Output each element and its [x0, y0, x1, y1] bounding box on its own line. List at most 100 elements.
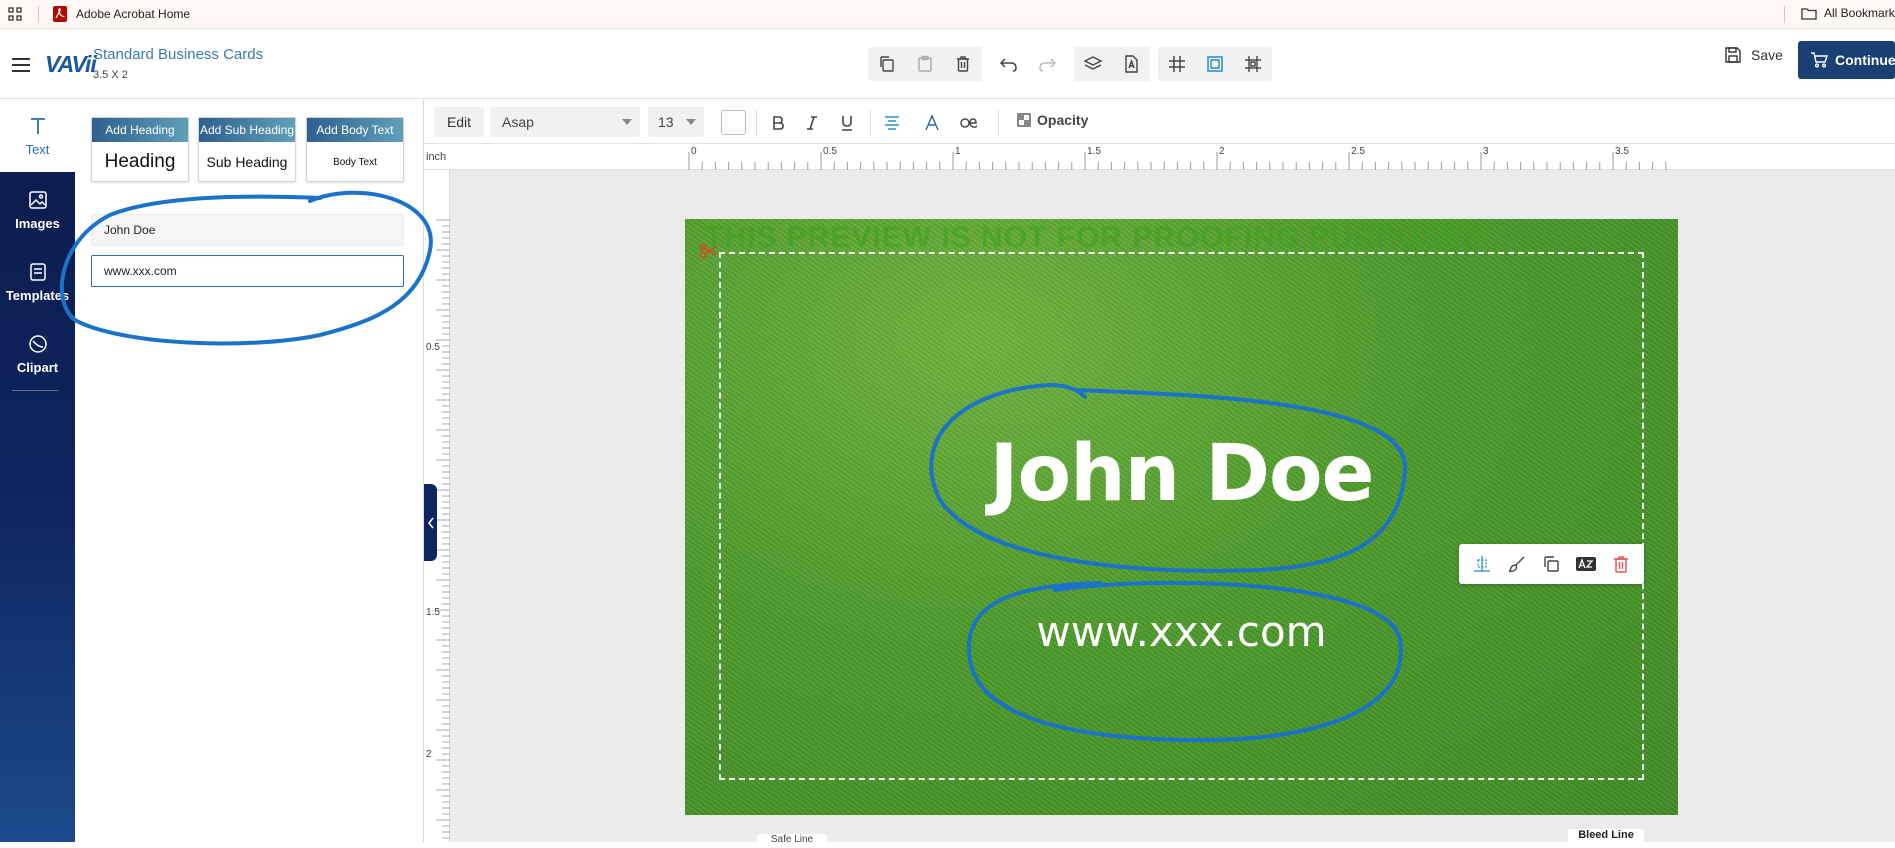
image-icon: [28, 190, 48, 210]
edit-actions-group: [868, 47, 982, 81]
ruler-ticks: 0 0.5 1 1.5 2 2.5 3 3.5: [688, 146, 1667, 170]
cart-icon: [1810, 52, 1828, 68]
rail-divider: [12, 390, 58, 391]
ruler-tick-label: 3: [1483, 146, 1489, 157]
rail-item-label: Templates: [5, 287, 70, 303]
ruler-tick-label: 2: [1219, 146, 1225, 157]
bleed-frame-icon[interactable]: [1196, 47, 1234, 81]
card-website-text[interactable]: www.xxx.com: [685, 607, 1678, 656]
text-item-field[interactable]: www.xxx.com: [91, 255, 404, 287]
rail-item-templates[interactable]: Templates: [0, 252, 75, 312]
text-style-icon[interactable]: [921, 112, 943, 134]
clipart-icon: [28, 334, 48, 354]
undo-icon[interactable]: [990, 47, 1028, 81]
card-name-text[interactable]: John Doe: [685, 429, 1678, 519]
delete-icon[interactable]: [944, 47, 982, 81]
duplicate-icon[interactable]: [1537, 550, 1565, 578]
add-subheading-card[interactable]: Add Sub Heading Sub Heading: [198, 117, 296, 182]
font-family-select[interactable]: Asap: [490, 107, 640, 137]
font-size-select[interactable]: 13: [648, 107, 704, 137]
add-body-card[interactable]: Add Body Text Body Text: [306, 117, 404, 182]
text-color-swatch[interactable]: [721, 110, 746, 135]
paint-brush-icon[interactable]: [1503, 550, 1531, 578]
underline-icon[interactable]: [836, 112, 858, 134]
ruler-tick-label: 0: [691, 146, 697, 157]
document-title: Standard Business Cards: [93, 46, 264, 63]
rail-item-text[interactable]: Text: [0, 100, 75, 172]
ruler-tick-label: 2.5: [1351, 146, 1365, 157]
add-body-button[interactable]: Add Body Text: [307, 118, 403, 142]
add-heading-button[interactable]: Add Heading: [92, 118, 188, 142]
panel-collapse-button[interactable]: [424, 484, 437, 561]
horizontal-ruler: inch 0 0.5 1 1.5 2 2.5 3 3.5: [424, 144, 1895, 170]
redo-icon[interactable]: [1028, 47, 1066, 81]
italic-icon[interactable]: [801, 112, 823, 134]
ruler-tick-label: 0.5: [823, 146, 837, 157]
copy-icon[interactable]: [868, 47, 906, 81]
bookmark-acrobat-label: Adobe Acrobat Home: [76, 7, 191, 21]
element-toolbar: [1459, 544, 1644, 584]
rail-item-label: Images: [15, 215, 60, 231]
text-item-field[interactable]: John Doe: [91, 214, 404, 246]
toolbar-divider: [870, 110, 871, 136]
text-frame-icon[interactable]: [1112, 47, 1150, 81]
text-edit-icon[interactable]: [1572, 550, 1600, 578]
ruler-tick-label: 1: [955, 146, 961, 157]
proof-watermark: THIS PREVIEW IS NOT FOR PROOFING PURPOSE…: [705, 221, 1485, 254]
body-sample: Body Text: [333, 156, 377, 168]
grid-actions-group: [1158, 47, 1272, 81]
paste-icon[interactable]: [906, 47, 944, 81]
top-toolbar: [868, 47, 1280, 81]
save-icon: [1724, 46, 1742, 64]
layer-actions-group: [1074, 47, 1150, 81]
grid-icon[interactable]: [1158, 47, 1196, 81]
bookmark-separator: [38, 6, 39, 23]
continue-button[interactable]: Continue: [1798, 41, 1895, 79]
ligature-icon[interactable]: [959, 112, 981, 134]
text-icon: [28, 116, 48, 136]
bookmark-all[interactable]: All Bookmarks: [1801, 6, 1895, 20]
menu-icon[interactable]: [12, 58, 30, 72]
align-center-icon[interactable]: [881, 112, 903, 134]
add-heading-card[interactable]: Add Heading Heading: [91, 117, 189, 182]
ruler-tick-label: 1.5: [1087, 146, 1101, 157]
font-size-value: 13: [658, 114, 674, 130]
rail-item-label: Clipart: [16, 359, 59, 375]
bookmark-acrobat[interactable]: Adobe Acrobat Home: [53, 6, 190, 22]
app-header: VAVii Standard Business Cards 3.5 X 2 Sa…: [0, 29, 1895, 99]
trash-icon[interactable]: [1607, 550, 1635, 578]
vavii-logo[interactable]: VAVii: [45, 51, 97, 78]
ruler-tick-label: 1.5: [426, 607, 440, 618]
subheading-sample: Sub Heading: [206, 154, 288, 170]
toolbar-divider: [998, 110, 999, 136]
add-subheading-button[interactable]: Add Sub Heading: [199, 118, 295, 142]
bookmarks-bar: Adobe Acrobat Home All Bookmarks: [0, 0, 1895, 29]
opacity-label: Opacity: [1037, 112, 1089, 128]
ruler-tick-label: 3.5: [1615, 146, 1629, 157]
apps-grid-icon[interactable]: [8, 7, 22, 21]
business-card-canvas[interactable]: THIS PREVIEW IS NOT FOR PROOFING PURPOSE…: [685, 219, 1678, 815]
rail-item-images[interactable]: Images: [0, 180, 75, 240]
format-toolbar: Edit Asap 13 Opacity: [424, 100, 1895, 144]
opacity-button[interactable]: Opacity: [1017, 112, 1088, 128]
rail-item-clipart[interactable]: Clipart: [0, 324, 75, 384]
save-button[interactable]: Save: [1724, 46, 1783, 64]
bookmark-all-label: All Bookmarks: [1824, 6, 1895, 20]
save-label: Save: [1751, 47, 1783, 63]
chevron-down-icon: [622, 119, 632, 125]
bold-icon[interactable]: [767, 112, 789, 134]
chevron-down-icon: [686, 119, 696, 125]
chevron-left-icon: [427, 517, 435, 529]
left-rail: Text Images Templates Clipart: [0, 100, 75, 842]
logo-text: VAVii: [45, 51, 97, 77]
toolbar-divider: [756, 110, 757, 136]
folder-icon: [1801, 7, 1817, 20]
safe-grid-icon[interactable]: [1234, 47, 1272, 81]
ruler-tick-label: 0.5: [426, 342, 440, 353]
edit-button[interactable]: Edit: [434, 107, 484, 137]
layers-icon[interactable]: [1074, 47, 1112, 81]
opacity-icon: [1017, 113, 1031, 127]
align-objects-icon[interactable]: [1468, 550, 1496, 578]
text-panel: Add Heading Heading Add Sub Heading Sub …: [75, 100, 424, 842]
scissors-icon: [699, 243, 717, 259]
